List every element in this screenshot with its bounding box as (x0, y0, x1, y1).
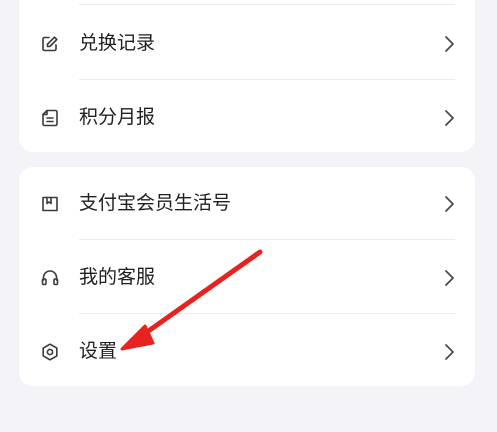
divider (79, 239, 455, 240)
menu-item-label: 设置 (79, 340, 118, 362)
menu-item-points-monthly-report[interactable]: 积分月报 (19, 89, 475, 145)
divider (79, 313, 455, 314)
menu-item-label: 我的客服 (79, 266, 156, 288)
report-icon (40, 108, 60, 128)
divider (79, 4, 455, 5)
menu-card-services: 支付宝会员生活号 我的客服 设置 (19, 167, 475, 386)
chevron-right-icon (443, 35, 455, 53)
book-icon (40, 194, 60, 214)
chevron-right-icon (443, 109, 455, 127)
menu-item-label: 积分月报 (79, 106, 156, 128)
menu-card-rewards: 兑换记录 积分月报 (19, 0, 475, 152)
headset-icon (40, 268, 60, 288)
divider (79, 79, 455, 80)
menu-item-settings[interactable]: 设置 (19, 323, 475, 379)
chevron-right-icon (443, 269, 455, 287)
menu-item-customer-service[interactable]: 我的客服 (19, 249, 475, 305)
menu-item-label: 支付宝会员生活号 (79, 192, 232, 214)
menu-item-exchange-records[interactable]: 兑换记录 (19, 15, 475, 71)
edit-icon (40, 34, 60, 54)
settings-icon (40, 342, 60, 362)
menu-item-alipay-member-life[interactable]: 支付宝会员生活号 (19, 175, 475, 231)
menu-item-label: 兑换记录 (79, 32, 156, 54)
chevron-right-icon (443, 343, 455, 361)
chevron-right-icon (443, 195, 455, 213)
